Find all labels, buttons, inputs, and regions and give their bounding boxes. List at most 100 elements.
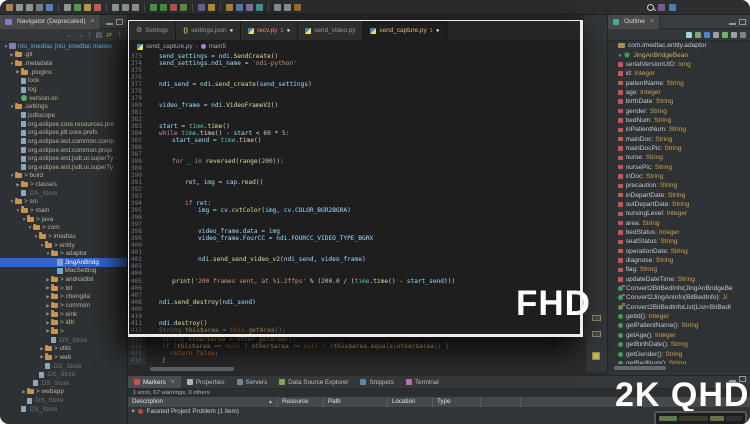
column-header-location[interactable]: Location <box>388 397 433 407</box>
outline-item[interactable]: getPatientName() : String <box>608 321 750 330</box>
breadcrumb-symbol[interactable]: main5 <box>209 43 226 50</box>
last-edit-icon[interactable] <box>294 4 301 11</box>
outline-item[interactable]: getGender() : String <box>608 349 750 358</box>
chevron-icon[interactable]: ▼ <box>618 53 622 58</box>
tab-servers[interactable]: Servers <box>231 376 274 388</box>
outline-item[interactable]: birthDate : String <box>608 97 750 106</box>
tree-item[interactable]: ▶> common <box>0 301 127 310</box>
tree-item[interactable]: JingAnBridg <box>0 258 127 267</box>
expand-icon[interactable]: ▶ <box>132 408 135 414</box>
outline-item[interactable]: inPatientNum : String <box>608 125 750 134</box>
tree-item[interactable]: org.eclipse.wst.common.comp <box>0 137 127 146</box>
step-into-icon[interactable] <box>112 4 119 11</box>
tree-item[interactable]: lock <box>0 77 127 86</box>
tree-item[interactable]: org.eclipse.jdt.core.prefs <box>0 128 127 137</box>
column-header-type[interactable]: Type <box>433 397 481 407</box>
tree-item[interactable]: ▶> eink <box>0 310 127 319</box>
coverage-icon[interactable] <box>180 4 187 11</box>
outline-item[interactable]: nursePic : String <box>608 162 750 171</box>
tree-item[interactable]: ▶.git <box>0 51 127 60</box>
save-icon[interactable] <box>16 4 23 11</box>
code-editor[interactable]: 373send_settings = ndi.SendCreate()374se… <box>129 53 580 334</box>
editor-tab-recv-py[interactable]: recv.py1● <box>241 21 298 40</box>
maximize-icon[interactable] <box>116 19 123 25</box>
tree-item[interactable]: ▶> webapp <box>0 388 127 397</box>
tree-item[interactable]: .DS_Store <box>0 189 127 198</box>
outline-item[interactable]: serialVersionUID : long <box>608 60 750 69</box>
tree-item[interactable]: ▼> imedtac <box>0 232 127 241</box>
step-over-icon[interactable] <box>122 4 129 11</box>
eclipse-java-editor[interactable]: 413String other$area = other.getArea();4… <box>128 337 586 375</box>
outline-item[interactable]: inDepartDate : String <box>608 191 750 200</box>
editor-tab-settings-json[interactable]: {}settings.json● <box>176 21 241 40</box>
tree-item[interactable]: ▶> bit <box>0 284 127 293</box>
java-ee-perspective-icon[interactable] <box>658 4 665 11</box>
tree-item[interactable]: .DS_Store <box>0 336 127 345</box>
tab-terminal[interactable]: Terminal <box>400 376 445 388</box>
breadcrumb-file[interactable]: send_capture.py <box>146 43 193 50</box>
forward-icon[interactable]: → <box>77 32 84 39</box>
java-perspective-icon[interactable] <box>669 4 676 11</box>
outline-item[interactable]: nurse : String <box>608 153 750 162</box>
outline-item[interactable]: updateDateTime : String <box>608 275 750 284</box>
tree-item[interactable]: MacSetting <box>0 267 127 276</box>
outline-item[interactable]: Convert2JingAnInfo(BitBedInfo) : Ji <box>608 293 750 302</box>
tree-item[interactable]: .DS_Store <box>0 362 127 371</box>
tree-item[interactable]: .DS_Store <box>0 405 127 414</box>
sort-icon[interactable] <box>695 32 701 38</box>
outline-item[interactable]: inDoc : String <box>608 172 750 181</box>
outline-item[interactable]: ▼JingAnBridgeBean <box>608 50 750 59</box>
skip-breakpoints-icon[interactable] <box>64 4 71 11</box>
close-icon[interactable]: × <box>171 379 175 386</box>
forward-icon[interactable] <box>284 4 291 11</box>
outline-item[interactable]: seatStatus : String <box>608 237 750 246</box>
search-icon[interactable] <box>236 4 243 11</box>
tree-item[interactable]: .DS_Store <box>0 370 127 379</box>
external-tools-icon[interactable] <box>246 4 253 11</box>
view-menu-icon[interactable] <box>740 32 746 38</box>
outline-item[interactable]: mainDoc : String <box>608 134 750 143</box>
search-icon[interactable] <box>647 4 654 11</box>
editor-tab-settings[interactable]: ⚙Settings <box>129 21 176 40</box>
outline-item[interactable]: precaution : String <box>608 181 750 190</box>
tree-item[interactable]: ▼.settings <box>0 102 127 111</box>
tree-item[interactable]: ▶> utils <box>0 344 127 353</box>
tree-item[interactable]: ▼> adaptor <box>0 249 127 258</box>
link-with-editor-icon[interactable] <box>731 32 737 38</box>
open-task-icon[interactable] <box>226 4 233 11</box>
tab-data-source-explorer[interactable]: Data Source Explorer <box>273 376 354 388</box>
tree-item[interactable]: ▼> entity <box>0 241 127 250</box>
tree-item[interactable]: version.ini <box>0 94 127 103</box>
tree-item[interactable]: ▼> build <box>0 172 127 181</box>
up-icon[interactable]: ↑ <box>88 32 92 39</box>
outline-item[interactable]: flag : String <box>608 265 750 274</box>
tab-markers[interactable]: Markers× <box>128 376 181 388</box>
horizontal-scrollbar[interactable] <box>146 367 586 372</box>
close-icon[interactable]: × <box>650 18 654 25</box>
run-icon[interactable] <box>160 4 167 11</box>
tree-item[interactable]: ▼.metadata <box>0 59 127 68</box>
editor-tab-send_capture-py[interactable]: send_capture.py1● <box>363 21 447 40</box>
tab-snippets[interactable]: Snippets <box>354 376 400 388</box>
outline-item[interactable]: gender : String <box>608 106 750 115</box>
tree-item[interactable]: ▼> main <box>0 206 127 215</box>
outline-item[interactable]: Convert2BitBedInfoList(List<BitBedI <box>608 303 750 312</box>
horizontal-scrollbar[interactable] <box>612 366 747 370</box>
outline-item[interactable]: patientName : String <box>608 78 750 87</box>
profile-icon[interactable] <box>170 4 177 11</box>
tree-item[interactable]: jsdtscope <box>0 111 127 120</box>
tree-item[interactable]: org.eclipse.core.resources.pre <box>0 120 127 129</box>
outline-item[interactable]: com.imedtac.entity.adaptor <box>608 41 750 50</box>
tab-outline[interactable]: Outline × <box>608 15 660 29</box>
minimize-icon[interactable] <box>106 23 113 25</box>
hide-static-members-icon[interactable] <box>713 32 719 38</box>
outline-item[interactable]: Convert2BitBedInfo(JingAnBridgeBe <box>608 284 750 293</box>
tree-item[interactable]: org.eclipse.wst.jsdt.ui.superTy <box>0 154 127 163</box>
tab-properties[interactable]: Properties <box>181 376 231 388</box>
scrollbar-thumb[interactable] <box>150 367 234 371</box>
scrollbar-thumb[interactable] <box>614 366 666 370</box>
outline-item[interactable]: operationDate : String <box>608 247 750 256</box>
suspend-icon[interactable] <box>84 4 91 11</box>
new-wizard-icon[interactable] <box>6 4 13 11</box>
back-icon[interactable]: ← <box>66 32 73 39</box>
